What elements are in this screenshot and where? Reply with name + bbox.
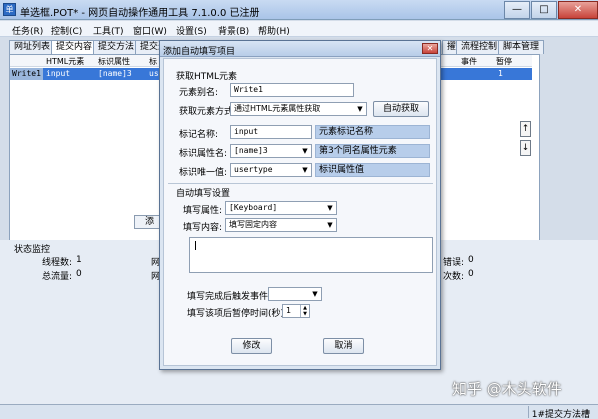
fill-attr-select-value: [Keyboard] xyxy=(229,203,278,212)
chevron-down-icon: ▼ xyxy=(357,105,363,113)
window-titlebar: 单 单选框.POT* - 网页自动操作通用工具 7.1.0.0 已注册 — □ … xyxy=(0,0,598,20)
cell-pause: 1 xyxy=(498,69,503,78)
tab-url-list[interactable]: 网址列表 xyxy=(9,40,56,54)
method-select-value: 通过HTML元素属性获取 xyxy=(234,104,321,113)
auto-get-button[interactable]: 自动获取 xyxy=(373,101,429,117)
pause-stepper-value: 1 xyxy=(286,306,292,315)
fill-content-label: 填写内容: xyxy=(183,223,223,233)
tab-flow-control[interactable]: 流程控制 xyxy=(456,40,503,54)
col-unique: 标 xyxy=(149,57,157,66)
pause-stepper[interactable]: 1 ▲ ▼ xyxy=(282,304,310,318)
chevron-down-icon: ▼ xyxy=(327,204,333,212)
tag-hint: 元素标记名称 xyxy=(315,125,430,139)
app-icon: 单 xyxy=(3,3,16,16)
section-get-element: 获取HTML元素 xyxy=(176,72,238,82)
attr-select[interactable]: [name]3 ▼ xyxy=(230,144,312,158)
status-bar: 1#提交方法槽 xyxy=(0,404,598,419)
chevron-down-icon: ▼ xyxy=(302,166,308,174)
minimize-button[interactable]: — xyxy=(504,1,530,19)
errors-label: 错误: xyxy=(443,258,465,268)
attr-select-value: [name]3 xyxy=(234,146,268,155)
cell-element: input xyxy=(46,69,71,78)
unique-hint: 标识属性值 xyxy=(315,163,430,177)
alias-label: 元素别名: xyxy=(179,88,219,98)
menu-help[interactable]: 帮助(H) xyxy=(258,24,290,37)
tab-script-manage[interactable]: 脚本管理 xyxy=(498,40,545,54)
dialog-body: 获取HTML元素 元素别名: Write1 获取元素方式 通过HTML元素属性获… xyxy=(163,58,437,366)
alias-input[interactable]: Write1 xyxy=(230,83,354,97)
flow-value: 0 xyxy=(76,269,82,279)
errors-value: 0 xyxy=(468,255,474,265)
watermark: 知乎 @木头软件 xyxy=(452,380,562,398)
fill-attr-select[interactable]: [Keyboard] ▼ xyxy=(225,201,337,215)
tag-label: 标记名称: xyxy=(179,130,219,140)
move-down-arrow[interactable]: ↓ xyxy=(520,140,531,156)
window-title: 单选框.POT* - 网页自动操作通用工具 7.1.0.0 已注册 xyxy=(20,8,260,19)
fill-section-divider xyxy=(168,183,433,184)
move-up-arrow[interactable]: ↑ xyxy=(520,121,531,137)
close-button[interactable]: ✕ xyxy=(558,1,598,19)
count-label: 次数: xyxy=(443,272,465,282)
fill-attr-label: 填写属性: xyxy=(183,206,223,216)
menu-window[interactable]: 窗口(W) xyxy=(133,24,167,37)
method-select[interactable]: 通过HTML元素属性获取 ▼ xyxy=(230,102,367,116)
unique-label: 标识唯一值: xyxy=(179,168,228,178)
threads-label: 线程数: xyxy=(42,258,73,268)
dialog-title: 添加自动填写项目 xyxy=(163,47,236,57)
col-pause: 暂停 xyxy=(496,57,512,66)
menu-control[interactable]: 控制(C) xyxy=(51,24,82,37)
section-fill-settings: 自动填写设置 xyxy=(176,189,231,199)
menu-settings[interactable]: 设置(S) xyxy=(176,24,207,37)
menu-task[interactable]: 任务(R) xyxy=(12,24,43,37)
dialog-titlebar: 添加自动填写项目 ✕ xyxy=(160,41,440,57)
dialog-close-icon[interactable]: ✕ xyxy=(422,43,438,54)
stepper-arrows-icon[interactable]: ▲ ▼ xyxy=(300,305,309,317)
col-event: 事件 xyxy=(461,57,477,66)
col-html-element: HTML元素 xyxy=(46,57,85,66)
trigger-select[interactable]: ▼ xyxy=(268,287,322,301)
count-value: 0 xyxy=(468,269,474,279)
col-attr: 标识属性 xyxy=(98,57,130,66)
text-caret xyxy=(195,241,196,250)
chevron-down-icon: ▼ xyxy=(302,147,308,155)
add-autofill-dialog: 添加自动填写项目 ✕ 获取HTML元素 元素别名: Write1 获取元素方式 … xyxy=(159,40,441,370)
unique-select[interactable]: usertype ▼ xyxy=(230,163,312,177)
method-label: 获取元素方式 xyxy=(179,107,234,117)
cancel-button[interactable]: 取消 xyxy=(323,338,364,354)
status-title: 状态监控 xyxy=(14,245,51,255)
fill-content-textarea[interactable] xyxy=(189,237,433,273)
menu-tools[interactable]: 工具(T) xyxy=(93,24,124,37)
fill-content-select[interactable]: 填写固定内容 ▼ xyxy=(225,218,337,232)
menu-background[interactable]: 背景(B) xyxy=(218,24,249,37)
maximize-button[interactable]: □ xyxy=(531,1,557,19)
tab-submit-content[interactable]: 提交内容 xyxy=(51,40,98,55)
status-separator xyxy=(528,406,529,418)
attr-label: 标识属性名: xyxy=(179,149,228,159)
attr-hint: 第3个同名属性元素 xyxy=(315,144,430,158)
trigger-label: 填写完成后触发事件 xyxy=(187,292,269,302)
unique-select-value: usertype xyxy=(234,165,273,174)
cell-name: Write1 xyxy=(10,68,43,80)
threads-value: 1 xyxy=(76,255,82,265)
modify-button[interactable]: 修改 xyxy=(231,338,272,354)
cell-attr: [name]3 xyxy=(98,69,132,78)
fill-content-select-value: 填写固定内容 xyxy=(229,220,277,229)
pause-label: 填写该项后暂停时间(秒) xyxy=(187,309,285,319)
tab-submit-method[interactable]: 提交方法 xyxy=(93,40,140,54)
tag-input[interactable]: input xyxy=(230,125,312,139)
chevron-down-icon: ▼ xyxy=(312,290,318,298)
chevron-down-icon: ▼ xyxy=(327,221,333,229)
cell-unique: us xyxy=(149,69,159,78)
flow-label: 总流量: xyxy=(42,272,73,282)
status-bar-text: 1#提交方法槽 xyxy=(531,410,590,419)
menu-bar: 任务(R) 控制(C) 工具(T) 窗口(W) 设置(S) 背景(B) 帮助(H… xyxy=(0,21,598,37)
